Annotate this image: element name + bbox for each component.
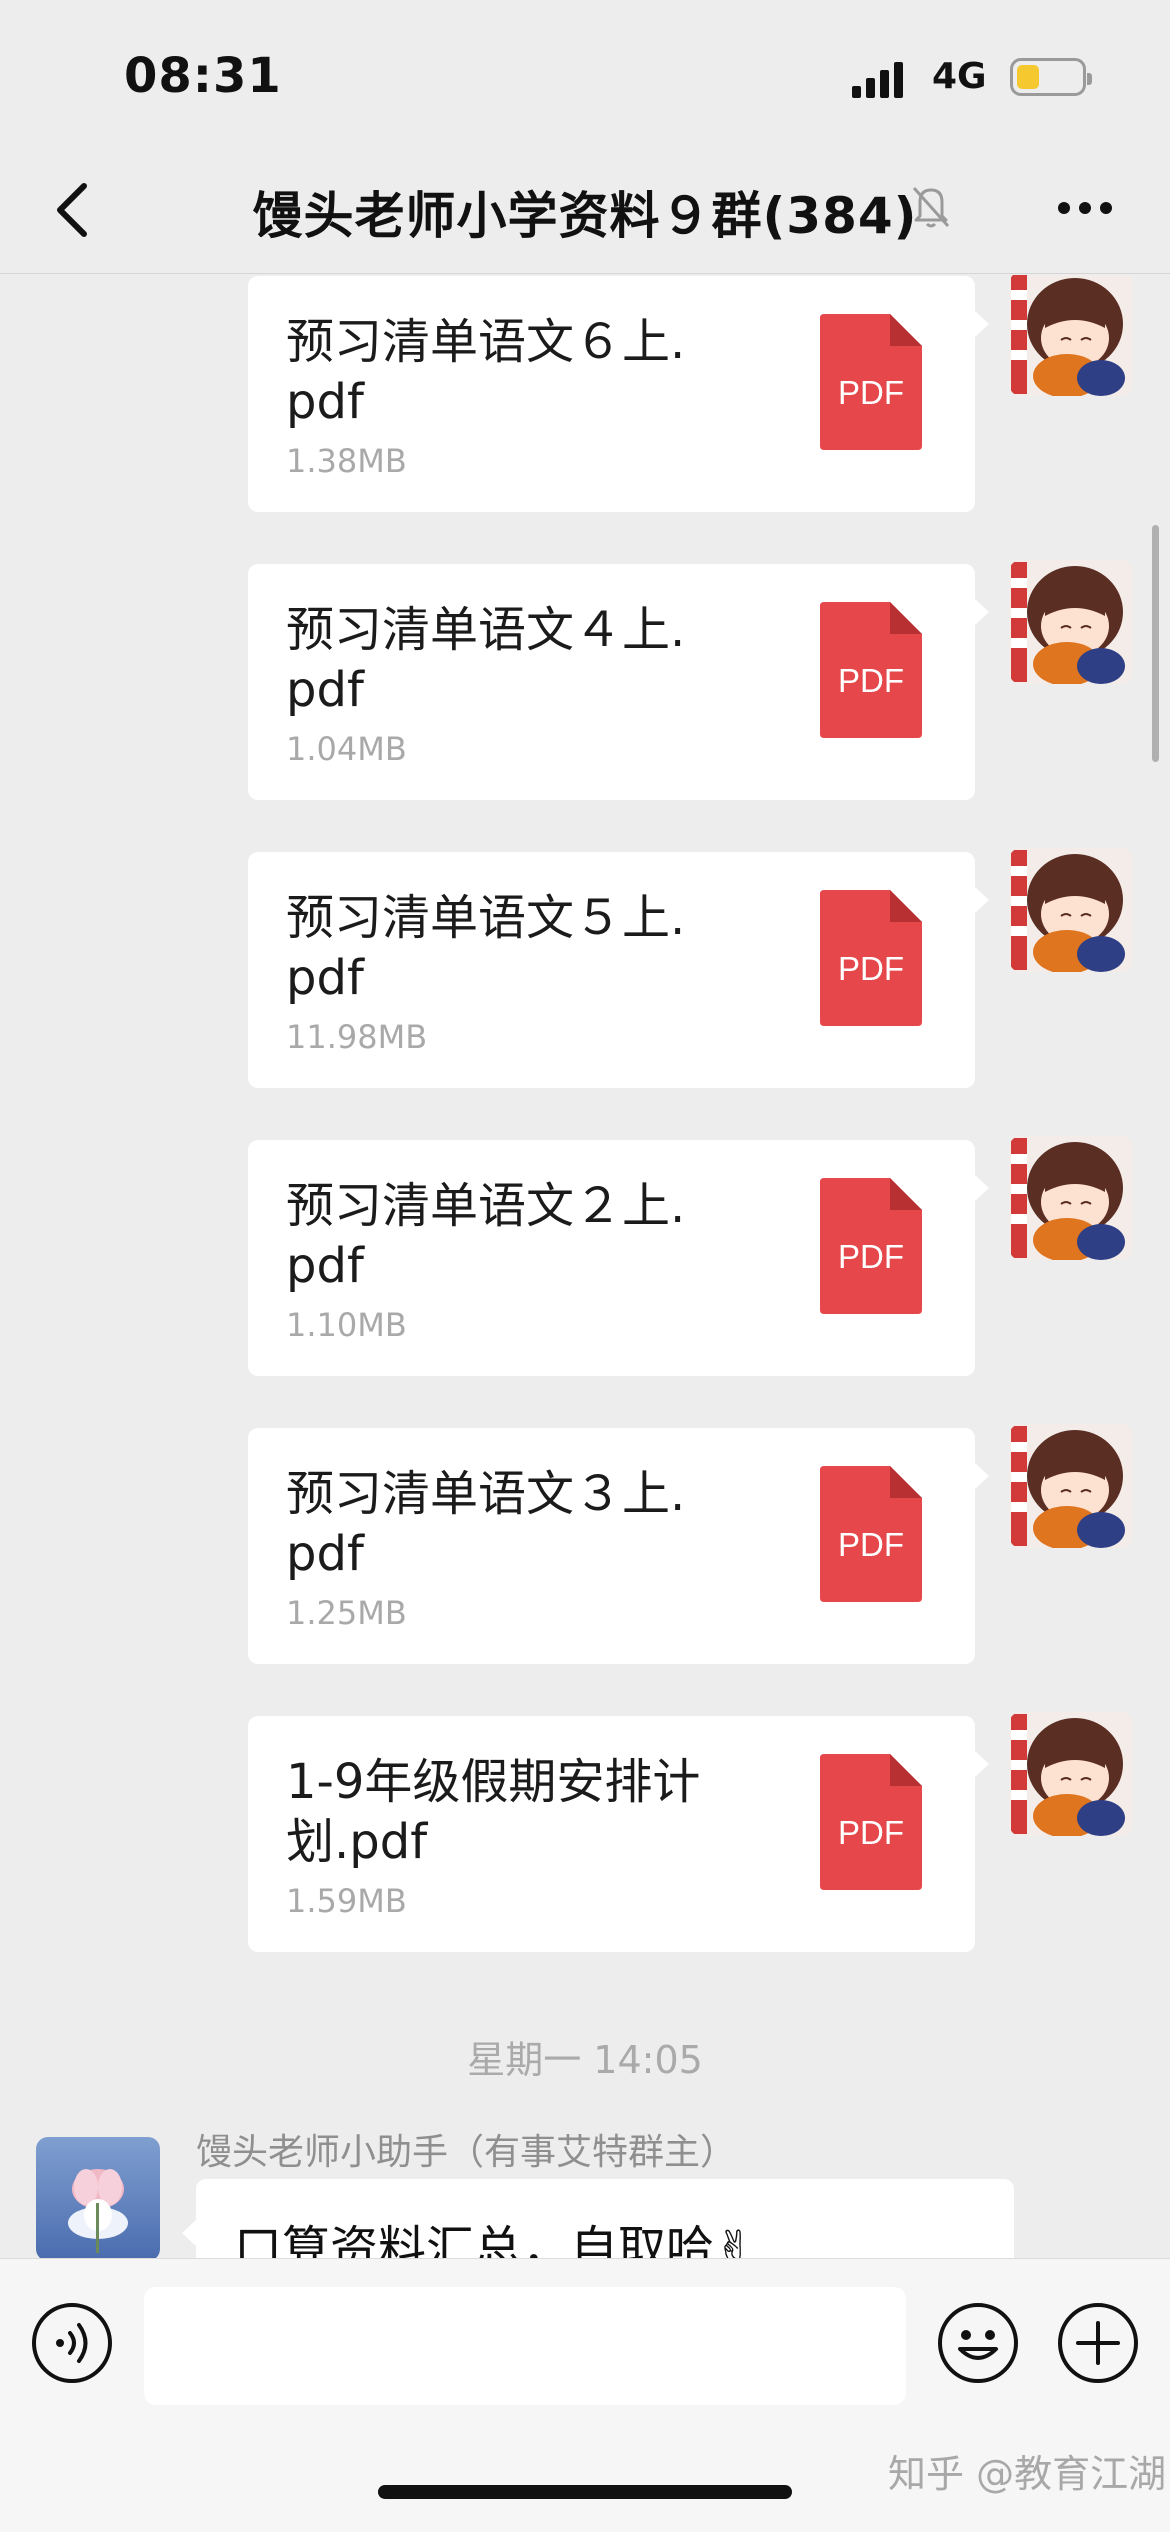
- pdf-file-icon: PDF: [820, 1466, 922, 1602]
- watermark: 知乎 @教育江湖: [888, 2452, 1167, 2496]
- file-size: 1.38MB: [286, 442, 407, 480]
- signal-icon: [852, 62, 903, 98]
- avatar[interactable]: [36, 2137, 160, 2258]
- file-card[interactable]: 1-9年级假期安排计划.pdf 1.59MB PDF: [248, 1716, 989, 1952]
- chat-title: 馒头老师小学资料９群(384): [252, 187, 918, 245]
- bell-muted-icon: [912, 186, 950, 228]
- avatar[interactable]: [1009, 275, 1133, 396]
- avatar[interactable]: [1009, 560, 1133, 684]
- file-size: 1.10MB: [286, 1306, 407, 1344]
- message-text: 口算资料汇总，自取哈✌: [234, 2221, 755, 2258]
- ellipsis-icon[interactable]: [1056, 198, 1114, 218]
- battery-level: [1017, 65, 1039, 89]
- avatar[interactable]: [1009, 1136, 1133, 1260]
- file-card[interactable]: 预习清单语文３上.pdf 1.25MB PDF: [248, 1428, 989, 1664]
- file-message: 预习清单语文５上.pdf 11.98MB PDF: [0, 848, 1170, 1088]
- status-bar: 08:31 4G: [0, 0, 1170, 150]
- scrollbar[interactable]: [1152, 525, 1159, 762]
- file-name: 预习清单语文２上.pdf: [286, 1178, 686, 1294]
- file-card[interactable]: 预习清单语文２上.pdf 1.10MB PDF: [248, 1140, 989, 1376]
- pdf-file-icon: PDF: [820, 602, 922, 738]
- text-message-bubble[interactable]: 口算资料汇总，自取哈✌: [182, 2179, 1014, 2258]
- chat-area[interactable]: 预习清单语文６上.pdf 1.38MB PDF 预习清单语文４上.pdf 1.0…: [0, 275, 1170, 2258]
- file-size: 1.04MB: [286, 730, 407, 768]
- svg-text:PDF: PDF: [838, 1814, 904, 1851]
- pdf-file-icon: PDF: [820, 1178, 922, 1314]
- file-card[interactable]: 预习清单语文５上.pdf 11.98MB PDF: [248, 852, 989, 1088]
- file-card[interactable]: 预习清单语文４上.pdf 1.04MB PDF: [248, 564, 989, 800]
- avatar[interactable]: [1009, 1712, 1133, 1836]
- pdf-file-icon: PDF: [820, 1754, 922, 1890]
- svg-text:PDF: PDF: [838, 1238, 904, 1275]
- input-bar: 知乎 @教育江湖: [0, 2258, 1170, 2532]
- file-name: 预习清单语文５上.pdf: [286, 890, 686, 1006]
- emoji-icon[interactable]: [936, 2301, 1020, 2385]
- time-divider: 星期一 14:05: [467, 2038, 703, 2082]
- sender-name: 馒头老师小助手（有事艾特群主）: [196, 2132, 737, 2173]
- file-card[interactable]: 预习清单语文６上.pdf 1.38MB PDF: [248, 276, 989, 512]
- file-size: 1.25MB: [286, 1594, 407, 1632]
- battery-icon: [1010, 58, 1092, 96]
- file-message: 预习清单语文２上.pdf 1.10MB PDF: [0, 1136, 1170, 1376]
- file-message: 预习清单语文４上.pdf 1.04MB PDF: [0, 560, 1170, 800]
- home-indicator[interactable]: [378, 2485, 792, 2499]
- file-message: 1-9年级假期安排计划.pdf 1.59MB PDF: [0, 1712, 1170, 1952]
- file-name: 预习清单语文３上.pdf: [286, 1466, 686, 1582]
- nav-bar: 馒头老师小学资料９群(384): [0, 150, 1170, 274]
- svg-text:PDF: PDF: [838, 374, 904, 411]
- file-size: 11.98MB: [286, 1018, 428, 1056]
- message-input[interactable]: [144, 2287, 906, 2405]
- file-size: 1.59MB: [286, 1882, 407, 1920]
- voice-icon[interactable]: [30, 2301, 114, 2385]
- network-type: 4G: [932, 56, 987, 97]
- avatar[interactable]: [1009, 1424, 1133, 1548]
- status-time: 08:31: [124, 48, 282, 104]
- avatar[interactable]: [1009, 848, 1133, 972]
- svg-text:PDF: PDF: [838, 950, 904, 987]
- file-name: 预习清单语文４上.pdf: [286, 602, 686, 718]
- file-name: 1-9年级假期安排计划.pdf: [286, 1754, 701, 1870]
- pdf-file-icon: PDF: [820, 890, 922, 1026]
- file-message: 预习清单语文３上.pdf 1.25MB PDF: [0, 1424, 1170, 1664]
- file-name: 预习清单语文６上.pdf: [286, 314, 686, 430]
- svg-text:PDF: PDF: [838, 1526, 904, 1563]
- file-message: 预习清单语文６上.pdf 1.38MB PDF: [0, 275, 1170, 512]
- svg-text:PDF: PDF: [838, 662, 904, 699]
- plus-icon[interactable]: [1056, 2301, 1140, 2385]
- pdf-file-icon: PDF: [820, 314, 922, 450]
